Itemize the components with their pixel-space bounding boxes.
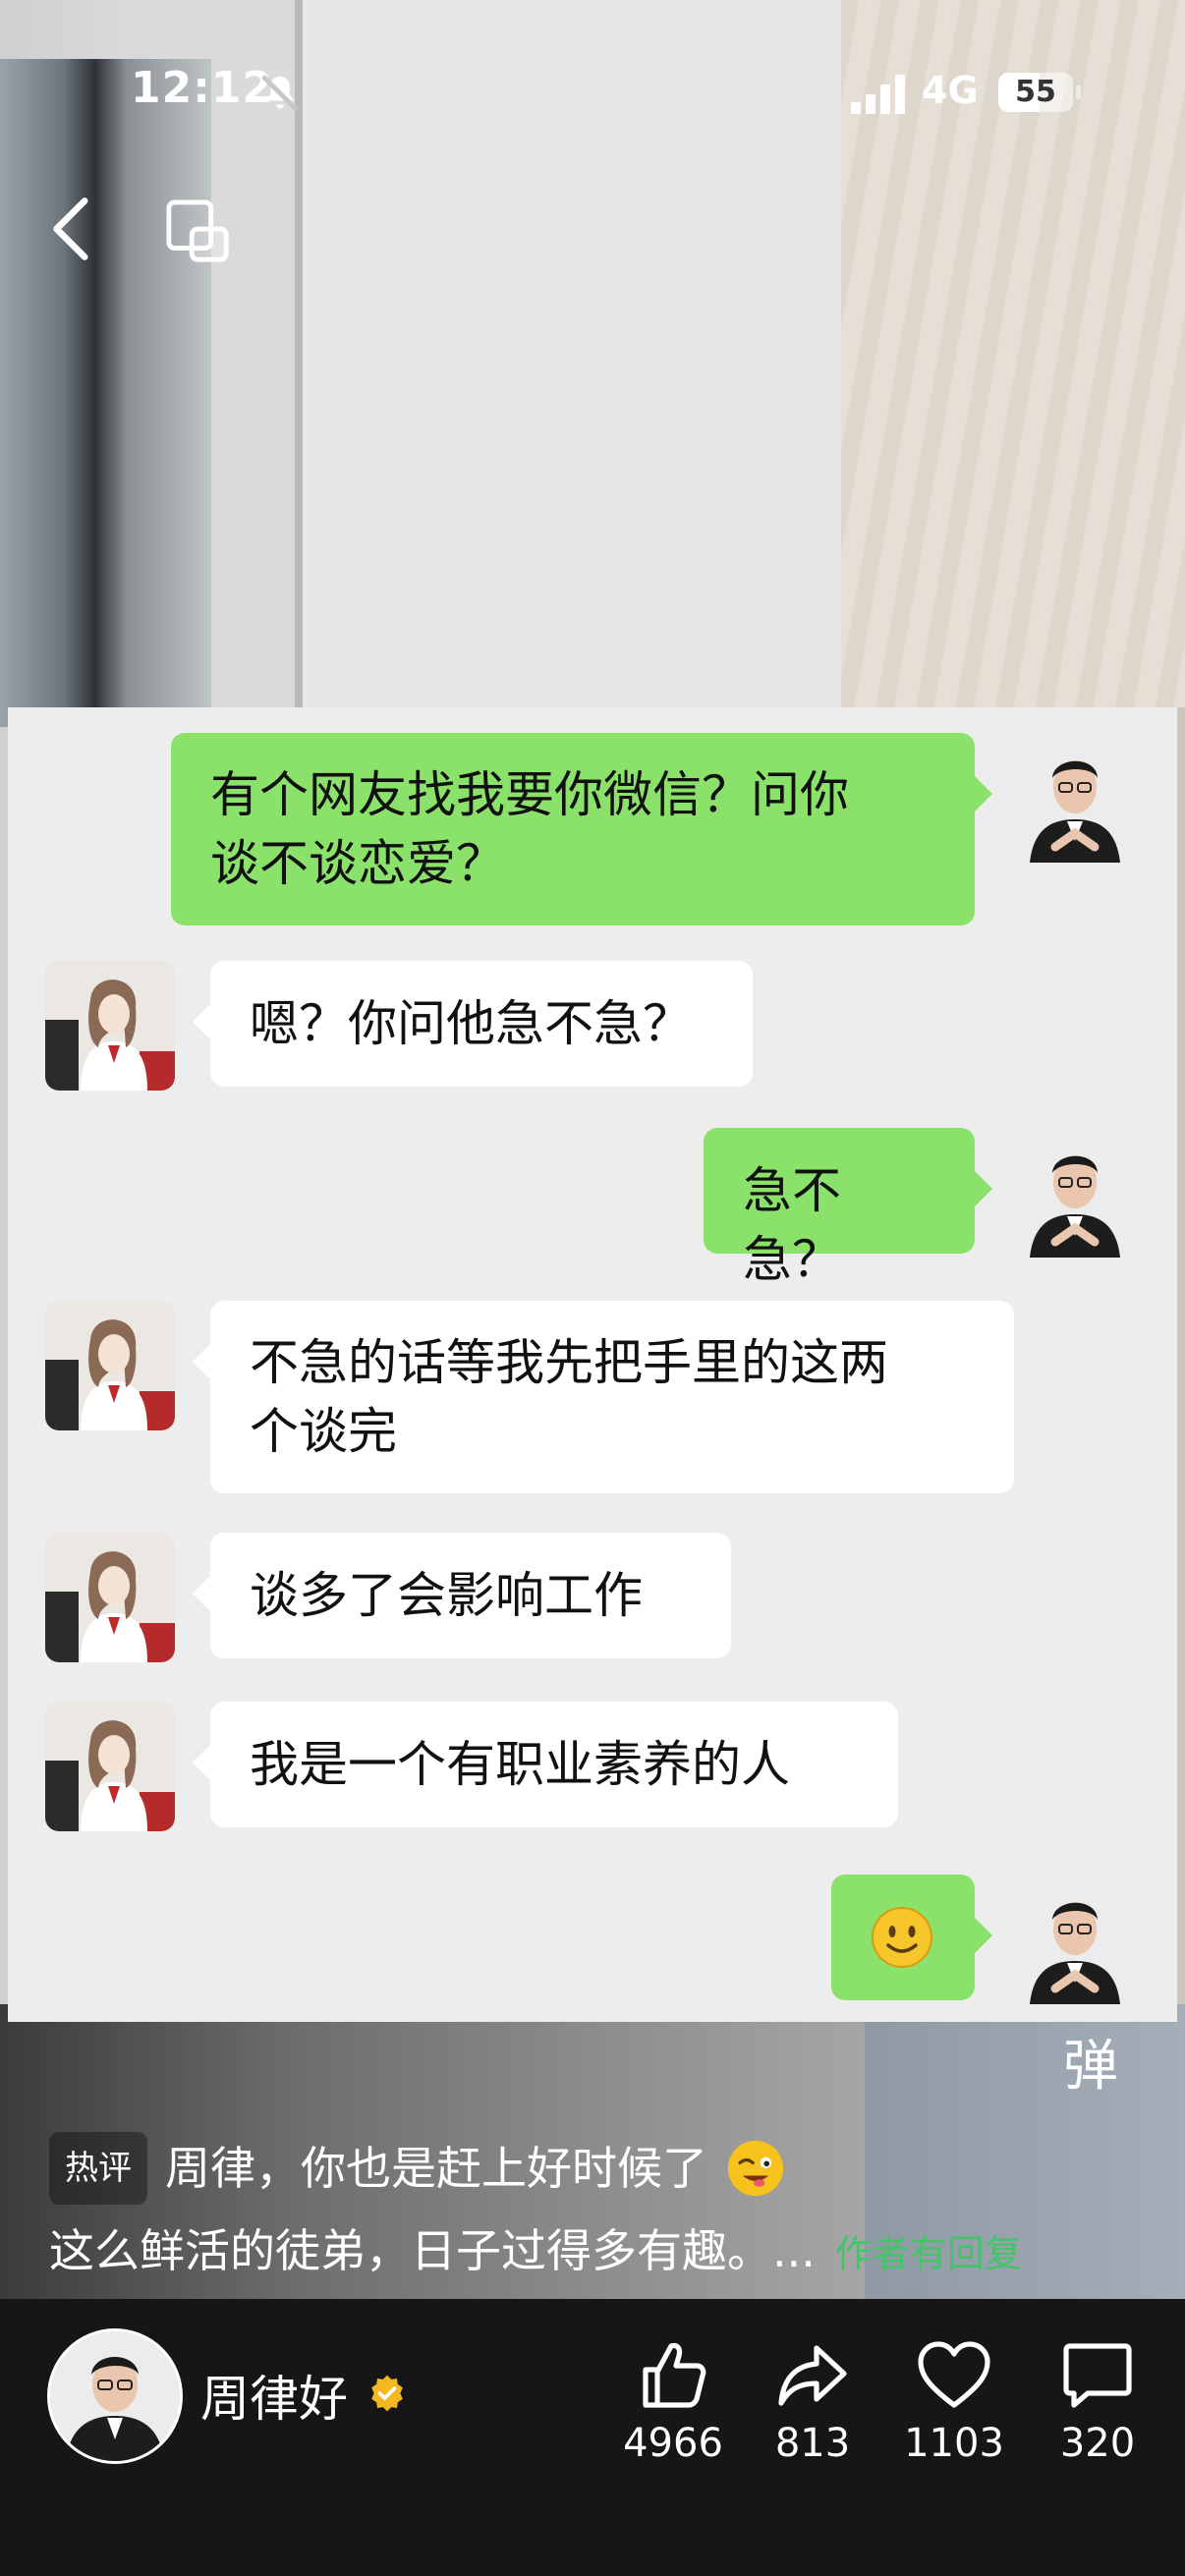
avatar-woman [45,1301,175,1430]
avatar-woman [45,961,175,1091]
status-time: 12:12 [131,63,274,113]
author-reply-note: 作者有回复 [834,2232,1022,2275]
network-type: 4G [922,69,979,112]
man-portrait-icon [50,2331,180,2461]
chat-text-line: 嗯？你问他急不急？ [250,995,692,1052]
man-portrait-icon [1010,1128,1140,1258]
status-bar: 12:12 4G 55 [0,61,1185,130]
chat-bubble-right: 急不急？ [704,1128,992,1288]
avatar-woman [45,1533,175,1662]
picture-in-picture-icon[interactable] [165,198,234,267]
woman-illustration-icon [45,1533,175,1662]
comment-count: 320 [1059,2421,1136,2466]
heart-icon [918,2341,990,2408]
man-portrait-icon [1010,733,1140,863]
chat-text-line: 谈不谈恋爱？ [210,835,505,892]
bell-muted-icon [261,75,299,112]
wink-emoji-icon [727,2140,783,2197]
chat-text-line: 有个网友找我要你微信？问你 [210,766,849,823]
chat-screenshot: 有个网友找我要你微信？问你 谈不谈恋爱？ 嗯？你问他急不急？ 急不急？ 不急的话… [8,707,1177,2022]
bottom-bar: 周律好 4966 813 1103 320 [0,2299,1185,2576]
woman-illustration-icon [45,1301,175,1430]
back-icon[interactable] [47,196,96,261]
comment-button[interactable]: 320 [1034,2336,1161,2466]
chat-bubble-left: 不急的话等我先把手里的这两 个谈完 [193,1301,1014,1493]
avatar-man [1010,733,1140,863]
signal-icon [851,75,905,114]
chat-bubble-left: 谈多了会影响工作 [193,1533,731,1658]
woman-illustration-icon [45,1702,175,1831]
woman-illustration-icon [45,961,175,1091]
avatar-woman [45,1702,175,1831]
hot-comment-tag: 热评 [49,2132,147,2205]
thumbs-up-icon [643,2342,706,2408]
chat-text-line: 急不急？ [743,1162,841,1288]
favorite-button[interactable]: 1103 [890,2336,1018,2466]
avatar-man [1010,1128,1140,1258]
chat-bubble-right [831,1875,992,2000]
share-icon [778,2345,847,2406]
chat-bubble-left: 嗯？你问他急不急？ [193,961,753,1087]
chat-text-line: 不急的话等我先把手里的这两 [250,1334,888,1391]
chat-text-line: 个谈完 [250,1403,397,1460]
background-window [0,59,211,727]
share-button[interactable]: 813 [749,2336,876,2466]
danmu-toggle-label: 弹 [1063,2035,1118,2099]
like-button[interactable]: 4966 [609,2336,737,2466]
battery-level: 55 [1015,75,1056,109]
author-avatar[interactable] [47,2328,183,2464]
favorite-count: 1103 [904,2421,1004,2466]
author-name[interactable]: 周律好 [200,2360,348,2431]
like-count: 4966 [623,2421,723,2466]
comment-icon [1063,2343,1132,2408]
chat-bubble-left: 我是一个有职业素养的人 [193,1702,898,1827]
man-portrait-icon [1010,1875,1140,2004]
battery-icon: 55 [998,73,1081,112]
hot-comment-text-2: 这么鲜活的徒弟，日子过得多有趣。... [49,2224,816,2277]
avatar-man [1010,1875,1140,2004]
hot-comment[interactable]: 热评 周律，你也是赶上好时候了 这么鲜活的徒弟，日子过得多有趣。... 作者有回复 [49,2132,1130,2286]
chat-bubble-right: 有个网友找我要你微信？问你 谈不谈恋爱？ [171,733,992,925]
share-count: 813 [774,2421,851,2466]
verified-badge-icon [371,2375,403,2412]
smile-emoji-icon [872,1907,932,1968]
hot-comment-text: 周律，你也是赶上好时候了 [165,2142,707,2195]
chat-text-line: 谈多了会影响工作 [250,1567,643,1624]
chat-text-line: 我是一个有职业素养的人 [250,1736,790,1793]
danmu-toggle-button[interactable]: 弹 [1063,2022,1132,2099]
